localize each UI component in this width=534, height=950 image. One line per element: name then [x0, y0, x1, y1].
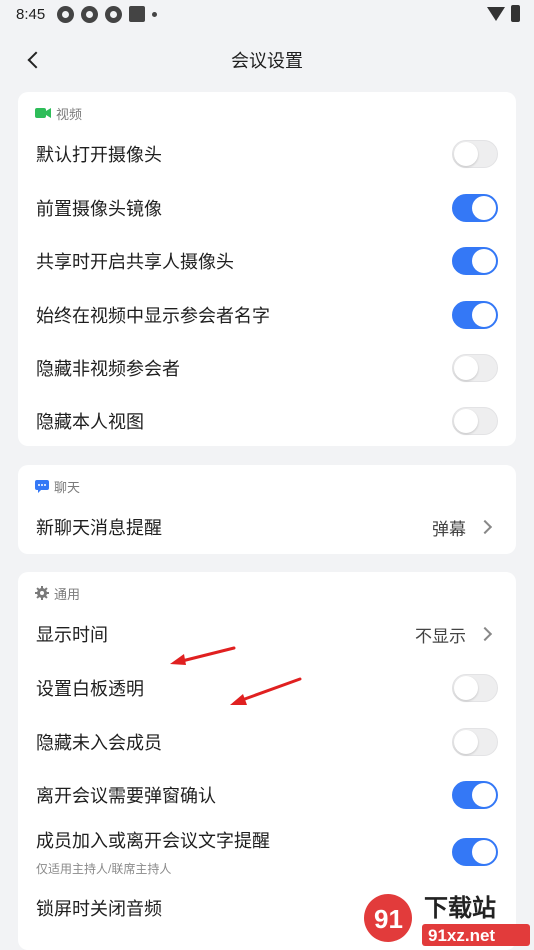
setting-row[interactable]: 隐藏本人视图 — [18, 401, 516, 441]
setting-value: 不显示 — [415, 626, 466, 646]
page-title: 会议设置 — [231, 51, 303, 71]
watermark-domain: 91xz.net — [428, 926, 495, 945]
setting-row[interactable]: 始终在视频中显示参会者名字 — [18, 295, 516, 335]
setting-label: 隐藏本人视图 — [36, 412, 144, 432]
toggle-switch[interactable] — [452, 301, 498, 329]
toggle-switch[interactable] — [452, 674, 498, 702]
setting-row[interactable]: 共享时开启共享人摄像头 — [18, 241, 516, 281]
svg-text:91: 91 — [374, 904, 403, 934]
section-title: 通用 — [54, 586, 81, 602]
battery-icon — [511, 5, 520, 22]
section-header-general: 通用 — [18, 572, 516, 614]
setting-row[interactable]: 前置摄像头镜像 — [18, 188, 516, 228]
chevron-right-icon — [477, 519, 493, 535]
setting-label: 隐藏未入会成员 — [36, 733, 162, 753]
toggle-switch[interactable] — [452, 194, 498, 222]
app-header: 会议设置 — [0, 32, 534, 88]
more-notifications-icon — [152, 11, 158, 17]
setting-label: 始终在视频中显示参会者名字 — [36, 306, 270, 326]
setting-label: 隐藏非视频参会者 — [36, 359, 180, 379]
toggle-switch[interactable] — [452, 838, 498, 866]
chat-settings-card: 聊天 新聊天消息提醒 弹幕 — [18, 465, 516, 554]
back-arrow-icon — [27, 51, 45, 69]
wifi-icon — [487, 6, 505, 21]
toggle-switch[interactable] — [452, 728, 498, 756]
setting-row[interactable]: 离开会议需要弹窗确认 — [18, 775, 516, 815]
setting-value: 弹幕 — [432, 519, 466, 539]
app-notification-icon — [81, 5, 99, 23]
toggle-switch[interactable] — [452, 247, 498, 275]
app-notification-icon — [129, 6, 146, 22]
gear-icon — [35, 586, 49, 600]
chat-bubble-icon — [35, 479, 49, 493]
toggle-switch[interactable] — [452, 140, 498, 168]
annotation-arrow — [230, 677, 302, 705]
setting-label: 前置摄像头镜像 — [36, 199, 162, 219]
setting-label: 显示时间 — [36, 625, 108, 645]
toggle-switch[interactable] — [452, 781, 498, 809]
setting-row[interactable]: 显示时间 不显示 — [18, 614, 516, 654]
setting-label: 共享时开启共享人摄像头 — [36, 252, 234, 272]
setting-row[interactable]: 隐藏未入会成员 — [18, 722, 516, 762]
setting-row[interactable]: 隐藏非视频参会者 — [18, 348, 516, 388]
section-title: 视频 — [56, 106, 83, 122]
setting-row[interactable]: 成员加入或离开会议文字提醒 仅适用主持人/联席主持人 — [18, 824, 516, 880]
back-button[interactable] — [16, 42, 52, 78]
section-title: 聊天 — [54, 479, 81, 495]
app-notification-icon — [57, 5, 75, 23]
setting-label: 默认打开摄像头 — [36, 145, 162, 165]
chevron-right-icon — [477, 626, 493, 642]
status-bar: 8:45 — [0, 0, 534, 28]
setting-row[interactable]: 新聊天消息提醒 弹幕 — [18, 507, 516, 547]
setting-label: 离开会议需要弹窗确认 — [36, 786, 216, 806]
section-header-video: 视频 — [18, 92, 516, 134]
notification-icons — [57, 5, 158, 23]
section-header-chat: 聊天 — [18, 465, 516, 507]
status-time: 8:45 — [16, 5, 46, 23]
toggle-switch[interactable] — [452, 354, 498, 382]
annotation-arrow — [170, 646, 236, 665]
toggle-switch[interactable] — [452, 407, 498, 435]
watermark-title: 下载站 — [424, 894, 496, 922]
setting-label: 成员加入或离开会议文字提醒 — [36, 831, 270, 851]
site-watermark-logo: 91 下载站 91xz.net — [364, 894, 530, 946]
setting-row[interactable]: 默认打开摄像头 — [18, 134, 516, 174]
video-settings-card: 视频 默认打开摄像头 前置摄像头镜像 共享时开启共享人摄像头 始终在视频中显示参… — [18, 92, 516, 446]
setting-sublabel: 仅适用主持人/联席主持人 — [36, 862, 172, 876]
app-notification-icon — [105, 5, 123, 23]
setting-label: 新聊天消息提醒 — [36, 518, 162, 538]
video-camera-icon — [35, 107, 51, 119]
